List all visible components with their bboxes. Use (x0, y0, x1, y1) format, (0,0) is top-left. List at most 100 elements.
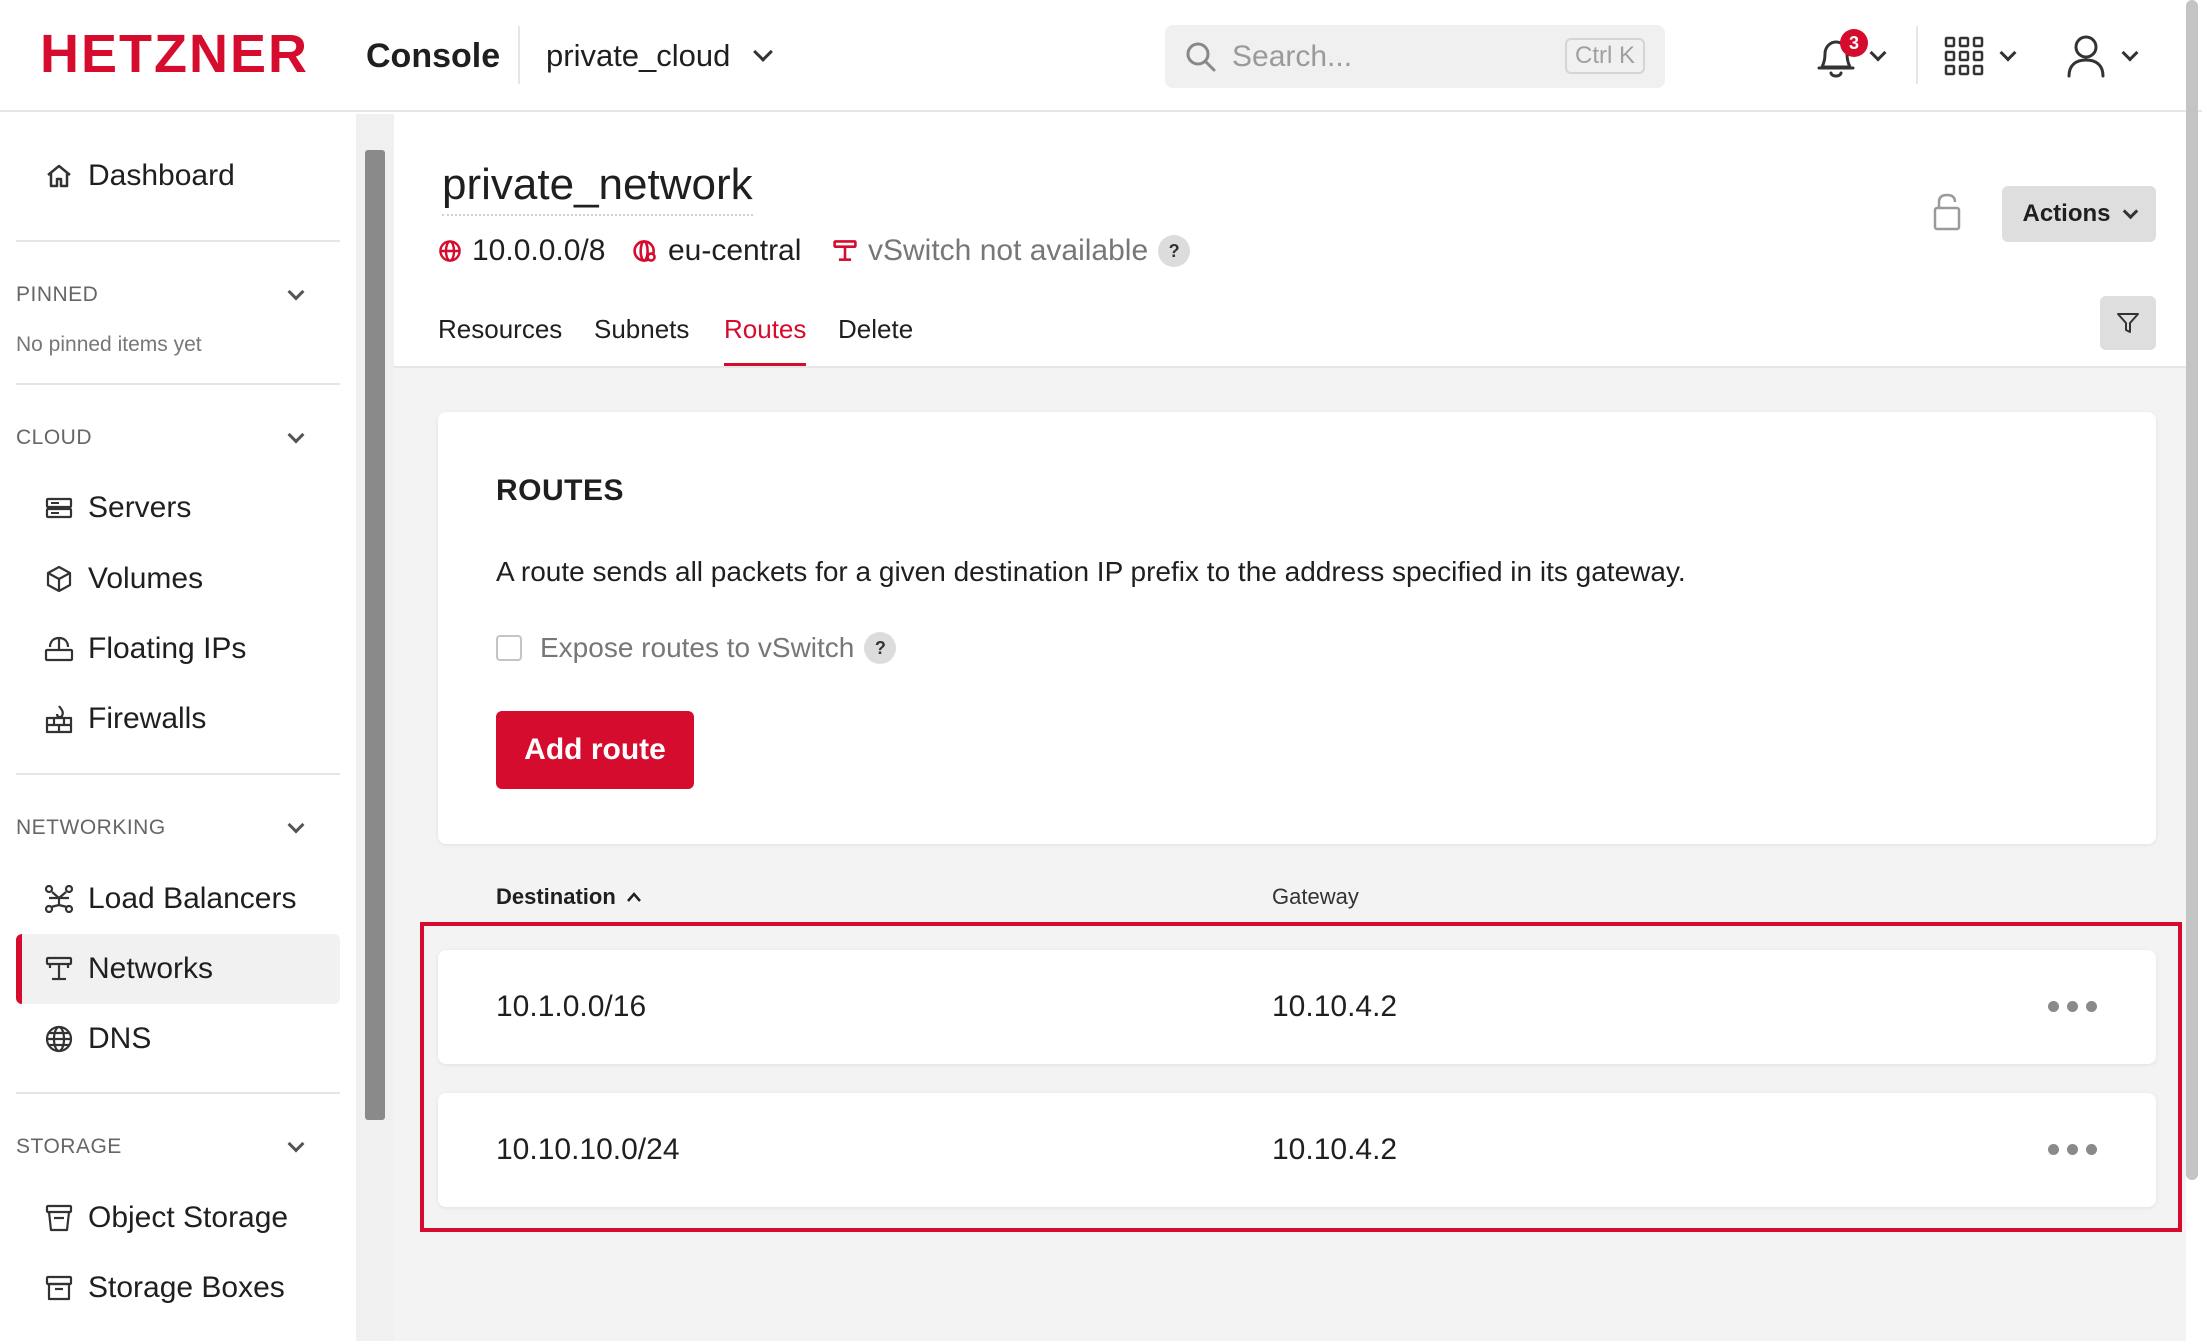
search-box[interactable]: Ctrl K (1165, 25, 1665, 88)
lock-icon[interactable] (1932, 192, 1962, 232)
route-gateway: 10.10.4.2 (1272, 990, 1398, 1023)
network-icon (44, 954, 74, 984)
sidebar-item-object-storage[interactable]: Object Storage (16, 1183, 340, 1253)
header-divider (1916, 26, 1918, 84)
sidebar-item-dashboard[interactable]: Dashboard (16, 141, 340, 211)
search-icon (1186, 42, 1216, 72)
tab-routes[interactable]: Routes (724, 314, 807, 366)
actions-label: Actions (2022, 200, 2111, 227)
no-pinned-message: No pinned items yet (16, 333, 202, 356)
section-title: NETWORKING (16, 816, 166, 839)
user-menu-button[interactable] (2066, 28, 2139, 84)
chevron-down-icon (287, 283, 305, 301)
route-destination: 10.10.10.0/24 (496, 1133, 680, 1166)
sidebar-scrollbar[interactable] (365, 150, 385, 1120)
brand-wordmark: HETZNER (40, 24, 309, 84)
page-scrollbar[interactable] (2186, 0, 2198, 1180)
cloud-section-toggle[interactable]: CLOUD (16, 418, 316, 458)
section-title: CLOUD (16, 426, 93, 449)
sidebar-divider (16, 1092, 340, 1094)
networking-section-toggle[interactable]: NETWORKING (16, 808, 316, 848)
sidebar-item-label: Storage Boxes (88, 1271, 285, 1304)
expose-routes-checkbox[interactable] (496, 635, 522, 661)
project-selector[interactable]: private_cloud (546, 36, 774, 76)
column-label: Gateway (1272, 884, 1359, 909)
routes-description: A route sends all packets for a given de… (496, 556, 1686, 587)
console-label: Console (366, 37, 501, 75)
sidebar-item-label: Object Storage (88, 1201, 289, 1234)
route-gateway: 10.10.4.2 (1272, 1133, 1398, 1166)
hetzner-logo[interactable]: HETZNER (40, 27, 309, 81)
load-balancer-icon (44, 884, 74, 914)
sidebar-item-firewalls[interactable]: Firewalls (16, 684, 340, 754)
search-input[interactable] (1232, 35, 1552, 78)
sidebar-divider (16, 240, 340, 242)
sidebar-item-storage-boxes[interactable]: Storage Boxes (16, 1253, 340, 1323)
archive-box-icon (44, 1273, 74, 1303)
notifications-button[interactable]: 3 (1814, 28, 1887, 84)
section-title: PINNED (16, 283, 99, 306)
sidebar-item-label: DNS (88, 1022, 152, 1055)
page-title[interactable]: private_network (442, 160, 753, 216)
sidebar-item-load-balancers[interactable]: Load Balancers (16, 864, 340, 934)
sidebar-item-label: Firewalls (88, 702, 207, 735)
search-shortcut: Ctrl K (1565, 38, 1645, 74)
ip-range: 10.0.0.0/8 (438, 234, 605, 268)
help-icon[interactable]: ? (864, 632, 897, 664)
sidebar-item-floating-ips[interactable]: Floating IPs (16, 614, 340, 684)
add-route-button[interactable]: Add route (496, 711, 694, 789)
pinned-section-toggle[interactable]: PINNED (16, 275, 316, 315)
tab-subnets[interactable]: Subnets (594, 314, 689, 366)
globe-icon (439, 240, 461, 262)
expose-routes-label: Expose routes to vSwitch (540, 632, 855, 663)
gateway-column-header[interactable]: Gateway (1272, 884, 1359, 910)
actions-button[interactable]: Actions (2002, 186, 2156, 242)
sidebar-item-networks[interactable]: Networks (16, 934, 340, 1004)
header-divider (518, 26, 520, 84)
table-row[interactable]: 10.10.10.0/24 10.10.4.2 (438, 1093, 2156, 1207)
routes-card (438, 412, 2156, 844)
chevron-down-icon (753, 42, 774, 62)
more-options-icon[interactable] (2048, 1137, 2104, 1161)
firewall-icon (44, 704, 74, 734)
sidebar-item-dns[interactable]: DNS (16, 1004, 340, 1074)
chevron-down-icon (287, 1135, 305, 1153)
more-options-icon[interactable] (2048, 994, 2104, 1018)
sidebar-divider (16, 773, 340, 775)
chevron-down-icon (1999, 44, 2017, 62)
route-destination: 10.1.0.0/16 (496, 990, 647, 1023)
table-row[interactable]: 10.1.0.0/16 10.10.4.2 (438, 950, 2156, 1064)
sort-ascending-icon (626, 892, 641, 902)
sidebar-item-label: Floating IPs (88, 632, 247, 665)
help-icon[interactable]: ? (1158, 235, 1191, 267)
chevron-down-icon (287, 816, 305, 834)
sidebar-divider (16, 383, 340, 385)
column-label: Destination (496, 884, 616, 909)
sidebar-item-label: Servers (88, 491, 192, 524)
apps-menu-button[interactable] (1944, 28, 2017, 84)
routes-title: ROUTES (496, 474, 625, 507)
notification-wrapper: 3 (1814, 29, 1868, 81)
app-grid-icon (1944, 36, 1984, 76)
expose-routes-option[interactable]: Expose routes to vSwitch ? (496, 632, 897, 664)
chevron-down-icon (2121, 44, 2139, 62)
storage-section-toggle[interactable]: STORAGE (16, 1127, 316, 1167)
vswitch-status: vSwitch not available ? (832, 234, 1191, 268)
zone-value: eu-central (668, 234, 802, 267)
home-icon (44, 161, 74, 191)
sidebar-item-volumes[interactable]: Volumes (16, 544, 340, 614)
project-name: private_cloud (546, 38, 731, 73)
tab-delete[interactable]: Delete (838, 314, 913, 366)
filter-button[interactable] (2100, 296, 2156, 350)
vswitch-status-text: vSwitch not available (868, 234, 1149, 267)
floating-ip-icon (44, 634, 74, 664)
sidebar-item-servers[interactable]: Servers (16, 473, 340, 543)
location-globe-icon (633, 240, 656, 262)
filter-icon (2117, 313, 2139, 333)
sidebar-item-label: Networks (88, 952, 214, 985)
sidebar-item-label: Dashboard (88, 159, 235, 192)
ip-range-value: 10.0.0.0/8 (472, 234, 606, 267)
tab-resources[interactable]: Resources (438, 314, 562, 366)
destination-column-header[interactable]: Destination (496, 884, 642, 910)
network-zone: eu-central (632, 234, 801, 268)
